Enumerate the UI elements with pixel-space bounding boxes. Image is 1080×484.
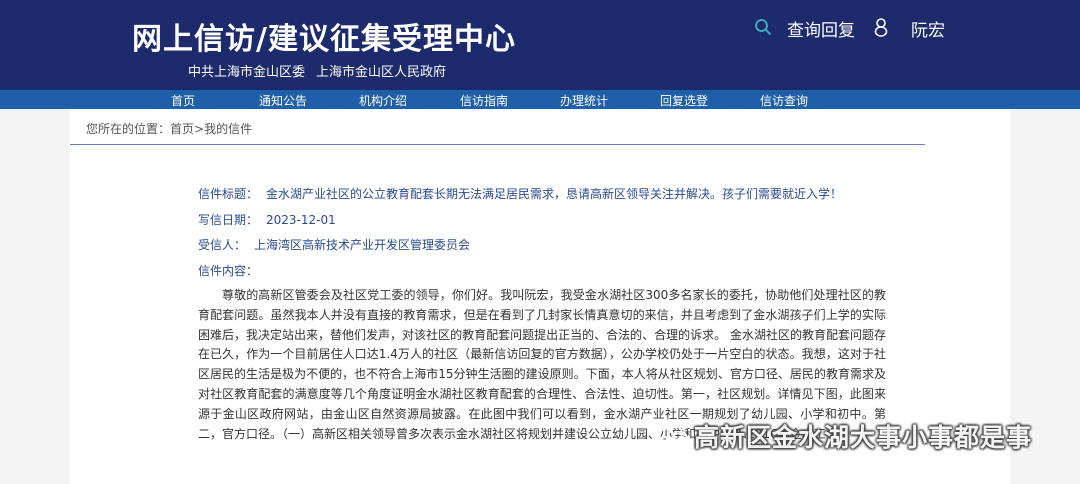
letter-date-value: 2023-12-01 [266, 213, 336, 227]
letter-content-label: 信件内容： [198, 264, 259, 278]
breadcrumb-home[interactable]: 首页 [170, 122, 194, 136]
org-name-district-committee: 中共上海市金山区委 [188, 65, 306, 80]
letter-title-row: 信件标题： 金水湖产业社区的公立教育配套长期无法满足居民需求，恳请高新区领导关注并… [198, 185, 842, 202]
nav-query[interactable]: 信访查询 [760, 92, 808, 109]
breadcrumb-prefix: 您所在的位置： [86, 122, 171, 136]
letter-recipient-value: 上海湾区高新技术产业开发区管理委员会 [254, 238, 471, 252]
letter-date-row: 写信日期： 2023-12-01 [198, 211, 336, 228]
site-header: 网上信访/建议征集受理中心 中共上海市金山区委 上海市金山区人民政府 查询回复 … [0, 0, 1080, 90]
nav-notices[interactable]: 通知公告 [259, 92, 307, 109]
letter-recipient-label: 受信人： [198, 238, 247, 252]
letter-recipient-row: 受信人： 上海湾区高新技术产业开发区管理委员会 [198, 236, 470, 253]
watermark: 高新区金水湖大事小事都是事 [662, 420, 1032, 452]
nav-statistics[interactable]: 办理统计 [560, 92, 608, 109]
breadcrumb-separator: > [194, 122, 205, 136]
breadcrumb-divider [70, 144, 925, 145]
breadcrumb-current: 我的信件 [204, 122, 253, 136]
letter-content-row: 信件内容： [198, 262, 258, 279]
wechat-icon [663, 424, 689, 446]
letter-title-value: 金水湖产业社区的公立教育配套长期无法满足居民需求，恳请高新区领导关注并解决。孩子… [266, 187, 843, 201]
letter-title-label: 信件标题： [198, 187, 259, 201]
query-reply-link[interactable]: 查询回复 [787, 16, 855, 41]
site-title: 网上信访/建议征集受理中心 [132, 22, 516, 57]
org-name-district-government: 上海市金山区人民政府 [316, 65, 447, 80]
nav-home[interactable]: 首页 [171, 92, 195, 109]
letter-date-label: 写信日期： [198, 213, 259, 227]
main-nav: 首页 通知公告 机构介绍 信访指南 办理统计 回复选登 信访查询 [0, 90, 1080, 109]
nav-about[interactable]: 机构介绍 [359, 92, 407, 109]
watermark-text: 高新区金水湖大事小事都是事 [694, 423, 1033, 452]
user-name[interactable]: 阮宏 [911, 16, 945, 41]
breadcrumb: 您所在的位置：首页>我的信件 [86, 120, 252, 137]
nav-replies[interactable]: 回复选登 [660, 92, 708, 109]
search-icon[interactable] [754, 18, 772, 36]
user-icon [874, 18, 888, 37]
nav-guide[interactable]: 信访指南 [460, 92, 508, 109]
